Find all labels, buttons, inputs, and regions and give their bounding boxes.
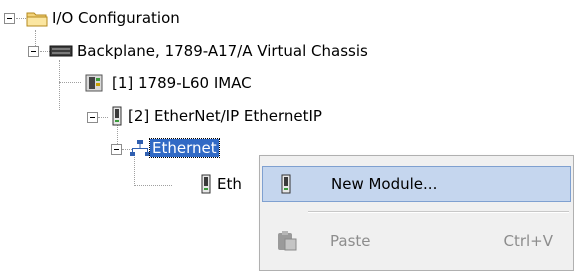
menu-item-label: Paste [330,232,371,250]
network-icon [130,139,150,161]
paste-icon [276,230,298,256]
menu-item-paste[interactable]: Paste Ctrl+V [262,224,571,260]
controller-module-icon [84,73,106,97]
tree-line [59,82,81,83]
menu-separator [308,211,569,213]
tree-node-slot2[interactable]: [2] EtherNet/IP EthernetIP [128,106,322,126]
collapse-toggle-backplane[interactable] [28,46,39,57]
module-icon [279,174,293,198]
context-menu: New Module... Paste Ctrl+V [259,155,574,271]
tree-node-ethernet[interactable]: Ethernet [149,138,220,158]
tree-line [134,185,172,186]
tree-node-backplane[interactable]: Backplane, 1789-A17/A Virtual Chassis [77,41,368,61]
collapse-toggle-io-configuration[interactable] [4,13,15,24]
tree-node-io-configuration[interactable]: I/O Configuration [52,8,180,28]
tree-line [59,60,60,110]
collapse-toggle-slot2[interactable] [87,112,98,123]
menu-item-label: New Module... [331,175,438,193]
tree-node-slot1[interactable]: [1] 1789-L60 IMAC [112,73,252,93]
folder-icon [26,8,48,32]
module-icon [110,106,124,130]
tree-line [16,18,26,19]
tree-node-ethernet-label: Ethernet [149,138,220,158]
tree-line [98,117,108,118]
module-icon [199,174,213,198]
chassis-icon [49,42,73,64]
collapse-toggle-ethernet[interactable] [111,144,122,155]
menu-item-shortcut: Ctrl+V [503,232,553,250]
menu-item-new-module[interactable]: New Module... [262,166,571,202]
tree-node-child[interactable]: Eth [217,174,242,194]
